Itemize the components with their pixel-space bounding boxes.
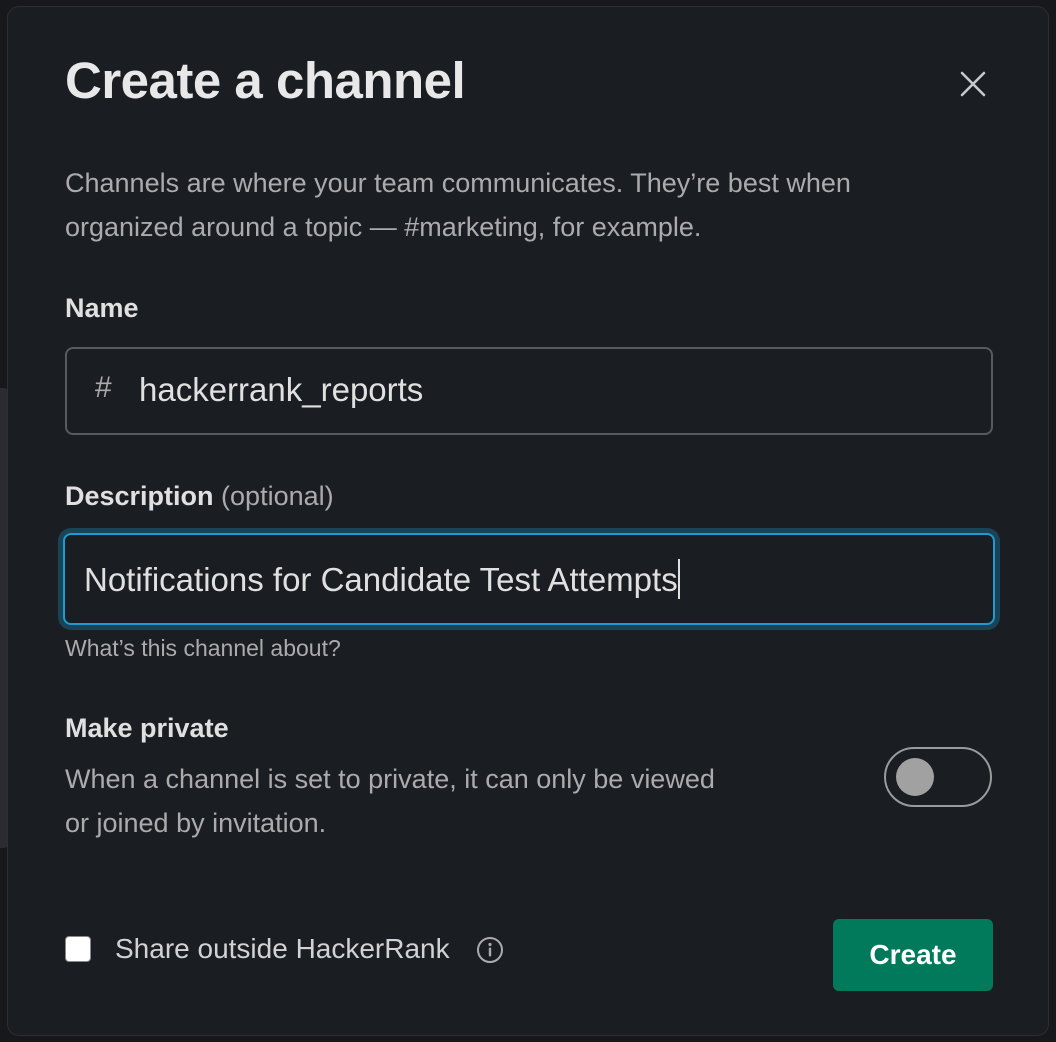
make-private-label: Make private [65, 713, 229, 743]
info-icon[interactable] [476, 936, 504, 964]
hash-prefix: # [95, 371, 112, 404]
channel-description-input[interactable]: Notifications for Candidate Test Attempt… [63, 533, 995, 625]
make-private-description: When a channel is set to private, it can… [65, 764, 715, 838]
close-button[interactable] [952, 63, 994, 105]
name-label: Name [65, 293, 139, 323]
text-caret [677, 559, 680, 599]
modal-title: Create a channel [65, 52, 466, 109]
description-value-wrap: Notifications for Candidate Test Attempt… [84, 559, 680, 599]
share-outside-checkbox[interactable] [65, 936, 91, 962]
share-outside-label[interactable]: Share outside HackerRank [115, 933, 450, 965]
description-label-group: Description (optional) [65, 481, 334, 512]
description-label: Description [65, 481, 214, 511]
modal-intro-text: Channels are where your team communicate… [65, 168, 851, 242]
description-hint: What’s this channel about? [65, 635, 341, 661]
channel-name-input[interactable]: # hackerrank_reports [65, 347, 993, 435]
create-channel-modal: Create a channel Channels are where your… [7, 6, 1049, 1036]
make-private-toggle[interactable] [884, 747, 992, 807]
optional-label: (optional) [221, 481, 334, 511]
create-button[interactable]: Create [833, 919, 993, 991]
channel-name-value: hackerrank_reports [139, 371, 424, 408]
toggle-knob [896, 758, 934, 796]
close-icon [960, 71, 986, 97]
description-value: Notifications for Candidate Test Attempt… [84, 561, 678, 598]
